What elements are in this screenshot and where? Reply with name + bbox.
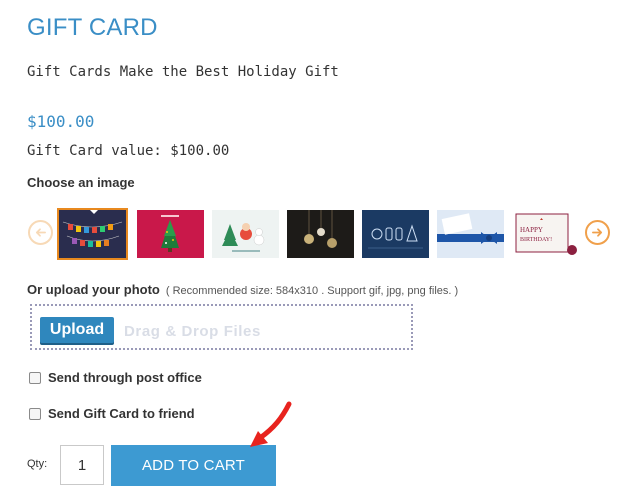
arrow-right-icon: [592, 228, 603, 237]
thumbnail-christmas-tree-red[interactable]: [137, 210, 204, 258]
quantity-label: Qty:: [27, 458, 48, 470]
carousel-prev-button[interactable]: [28, 220, 53, 245]
arrow-left-icon: [35, 228, 46, 237]
svg-text:HAPPY: HAPPY: [520, 226, 543, 234]
product-price: $100.00: [27, 112, 95, 131]
drag-drop-text: Drag & Drop Files: [124, 323, 261, 340]
thumbnail-ornaments-dark[interactable]: [287, 210, 354, 258]
quantity-input[interactable]: [60, 445, 104, 485]
svg-text:BIRTHDAY!: BIRTHDAY!: [520, 237, 552, 243]
carousel-next-button[interactable]: [585, 220, 610, 245]
upload-photo-title: Or upload your photo: [27, 282, 160, 297]
upload-button[interactable]: Upload: [40, 317, 114, 343]
photo-dropzone[interactable]: Upload Drag & Drop Files: [30, 304, 413, 350]
add-to-cart-button[interactable]: ADD TO CART: [111, 445, 276, 486]
thumbnail-happy-birthday-card[interactable]: HAPPY BIRTHDAY!: [512, 210, 579, 258]
thumbnail-happy-holidays-blue-ribbon[interactable]: [437, 210, 504, 258]
gift-card-value-label: Gift Card value:: [27, 143, 162, 159]
image-carousel: HAPPY BIRTHDAY!: [57, 208, 579, 260]
post-office-label: Send through post office: [48, 370, 202, 385]
page-title: GIFT CARD: [27, 14, 158, 41]
send-to-friend-label: Send Gift Card to friend: [48, 406, 195, 421]
thumbnail-blue-ornaments[interactable]: [362, 210, 429, 258]
post-office-option[interactable]: Send through post office: [29, 370, 202, 385]
gift-card-value-amount: $100.00: [170, 143, 230, 159]
upload-photo-hint: ( Recommended size: 584x310 . Support gi…: [165, 285, 459, 297]
thumbnail-merry-christmas-banner[interactable]: [57, 208, 128, 260]
post-office-checkbox[interactable]: [29, 371, 41, 384]
product-subtitle: Gift Cards Make the Best Holiday Gift: [27, 64, 339, 80]
thumbnail-santa-snowman-card[interactable]: [212, 210, 279, 258]
send-to-friend-checkbox[interactable]: [29, 407, 41, 420]
choose-image-heading: Choose an image: [27, 175, 135, 190]
send-to-friend-option[interactable]: Send Gift Card to friend: [29, 406, 195, 421]
gift-card-value: Gift Card value: $100.00: [27, 143, 229, 159]
upload-photo-label: Or upload your photo ( Recommended size: …: [27, 282, 458, 297]
